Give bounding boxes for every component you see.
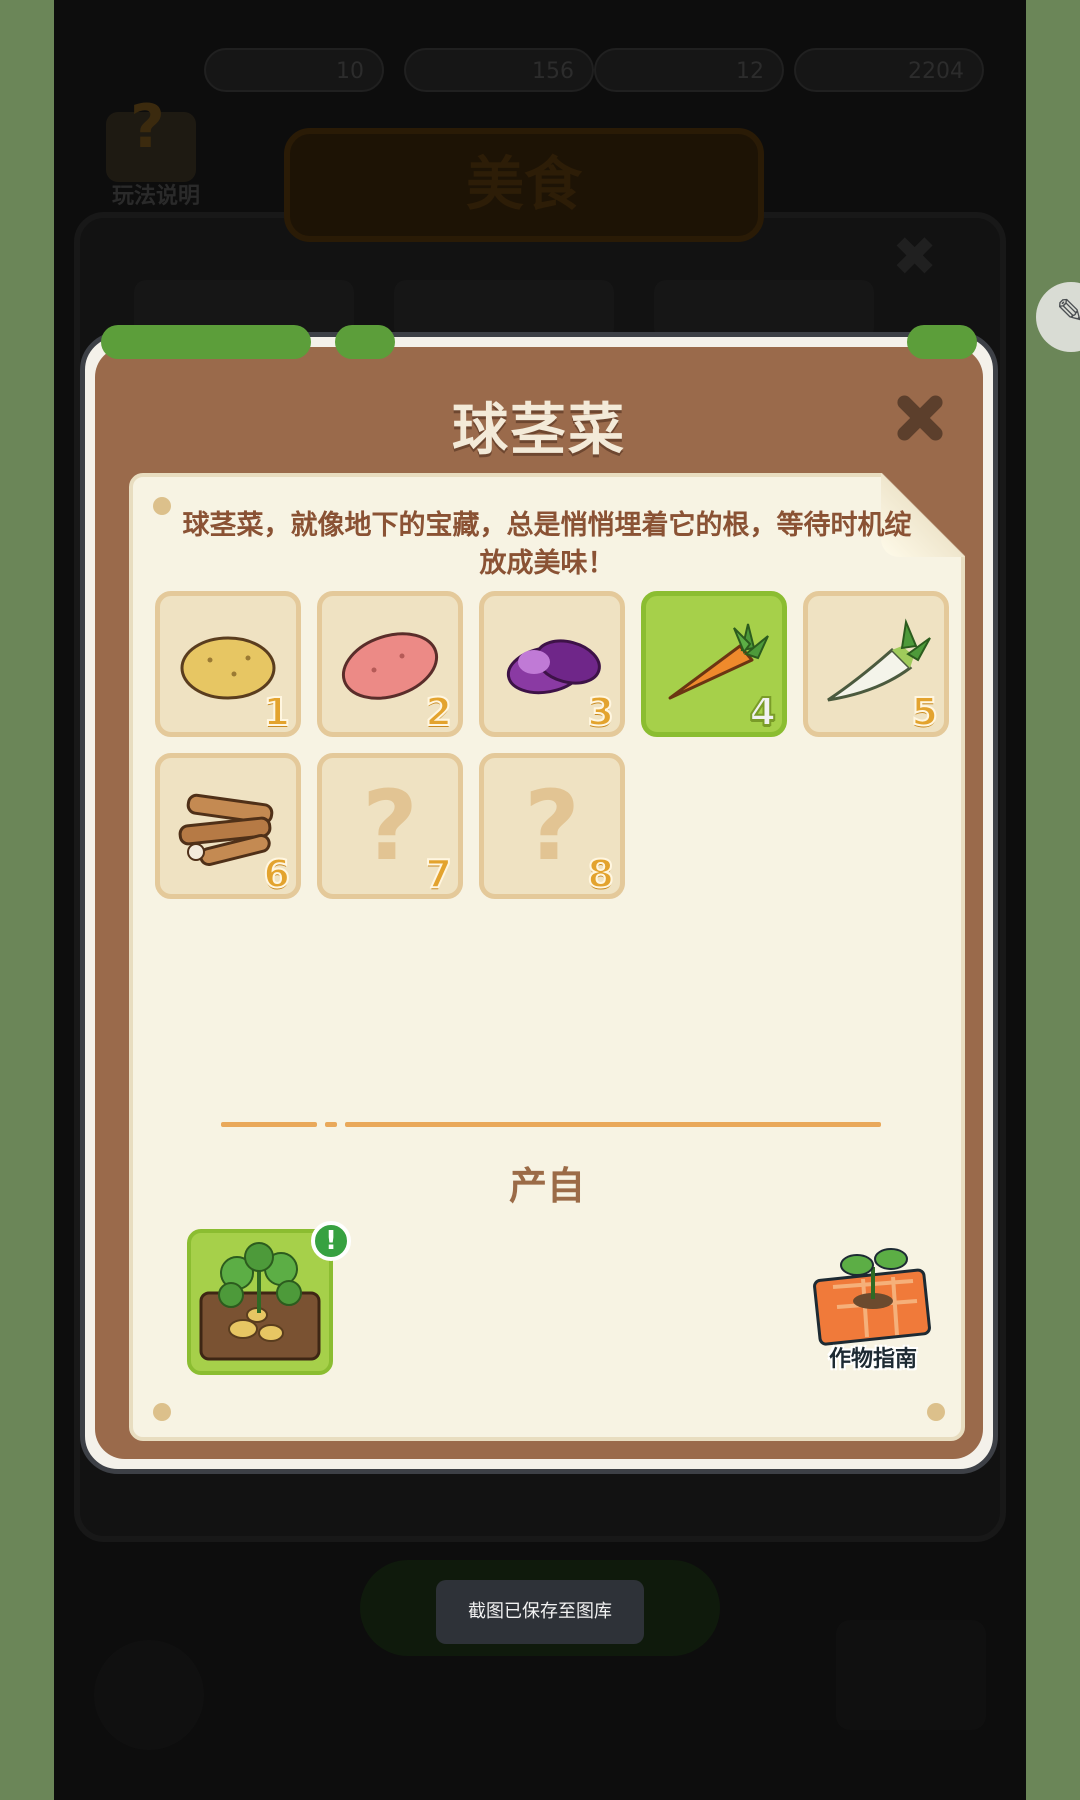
resource-stat: 12 xyxy=(594,48,784,92)
divider-segment xyxy=(345,1122,881,1127)
background-tab xyxy=(394,280,614,340)
resource-stat: 10 xyxy=(204,48,384,92)
crop-guide-button[interactable]: 作物指南 xyxy=(803,1237,943,1377)
dialog-title: 球茎菜 xyxy=(452,398,626,463)
background-bottom-left xyxy=(94,1640,204,1750)
section-divider xyxy=(221,1122,881,1127)
grass-decoration xyxy=(335,325,395,359)
crop-number: 1 xyxy=(263,689,291,735)
screenshot-toast: 截图已保存至图库 xyxy=(436,1580,644,1644)
crop-cell-3[interactable]: 3 xyxy=(479,591,625,737)
crop-guide-label: 作物指南 xyxy=(828,1347,917,1372)
background-close-icon: ✖ xyxy=(892,225,938,288)
crop-guide-icon xyxy=(813,1248,931,1346)
potato-field-icon xyxy=(199,1242,321,1361)
crop-cell-6[interactable]: 6 xyxy=(155,753,301,899)
crop-cell-8[interactable]: ? 8 xyxy=(479,753,625,899)
dialog-frame: 球茎菜 球茎菜，就像地下的宝藏，总是悄悄埋着它的根，等待时机绽放成美味！ 1 2… xyxy=(95,325,983,1459)
crop-number: 7 xyxy=(425,851,453,897)
resource-bar: 10 156 12 2204 xyxy=(94,38,986,102)
crop-category-dialog: 球茎菜 球茎菜，就像地下的宝藏，总是悄悄埋着它的根，等待时机绽放成美味！ 1 2… xyxy=(80,325,998,1474)
crop-number: 8 xyxy=(587,851,615,897)
background-bottom-right xyxy=(836,1620,986,1730)
crop-cell-2[interactable]: 2 xyxy=(317,591,463,737)
crop-number: 2 xyxy=(425,689,453,735)
question-icon: ? xyxy=(130,92,165,162)
pin-decoration xyxy=(153,1403,171,1421)
right-edge xyxy=(1026,0,1080,1800)
pin-decoration xyxy=(153,497,171,515)
crop-number: 5 xyxy=(911,689,939,735)
crop-cell-1[interactable]: 1 xyxy=(155,591,301,737)
resource-stat: 156 xyxy=(404,48,594,92)
category-description: 球茎菜，就像地下的宝藏，总是悄悄埋着它的根，等待时机绽放成美味！ xyxy=(182,510,912,579)
source-field-card[interactable] xyxy=(187,1229,333,1375)
divider-segment xyxy=(325,1122,337,1127)
crop-cell-7[interactable]: ? 7 xyxy=(317,753,463,899)
divider-segment xyxy=(221,1122,317,1127)
crop-cell-5[interactable]: 5 xyxy=(803,591,949,737)
crop-number: 6 xyxy=(263,851,291,897)
grass-decoration xyxy=(101,325,311,359)
crop-number: 4 xyxy=(749,689,777,735)
help-button[interactable]: ? 玩法说明 xyxy=(96,92,216,212)
resource-stat: 2204 xyxy=(794,48,984,92)
background-tab xyxy=(654,280,874,340)
pen-icon: ✎ xyxy=(1056,292,1080,332)
alert-badge: ! xyxy=(311,1221,351,1261)
paper-sheet: 球茎菜，就像地下的宝藏，总是悄悄埋着它的根，等待时机绽放成美味！ 1 2 3 4… xyxy=(129,473,965,1441)
page-title: 美食 xyxy=(284,128,764,242)
source-label: 产自 xyxy=(508,1164,585,1208)
left-edge xyxy=(0,0,54,1800)
grass-decoration xyxy=(907,325,977,359)
close-button[interactable] xyxy=(891,391,945,445)
pin-decoration xyxy=(927,1403,945,1421)
help-label: 玩法说明 xyxy=(111,184,200,209)
crop-cell-4[interactable]: 4 xyxy=(641,591,787,737)
crop-number: 3 xyxy=(587,689,615,735)
